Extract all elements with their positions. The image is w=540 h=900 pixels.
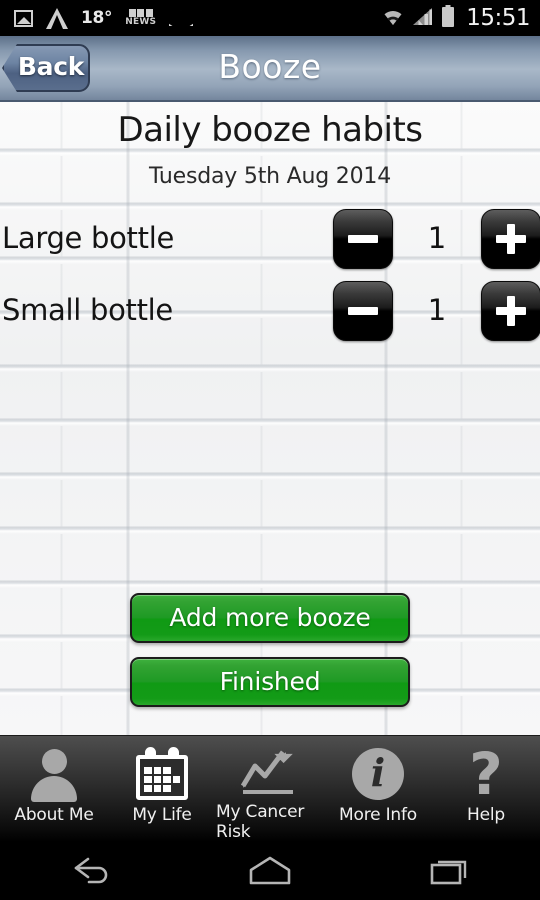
envelope-icon	[169, 10, 194, 26]
calendar-icon	[135, 744, 189, 804]
bbc-blocks	[128, 8, 153, 17]
clock: 15:51	[466, 5, 530, 31]
table-row: Large bottle 1	[0, 209, 540, 269]
table-row: Small bottle 1	[0, 281, 540, 341]
cellular-signal-icon	[412, 7, 434, 30]
tab-label-about-me: About Me	[14, 805, 94, 825]
question-mark-icon: ?	[469, 740, 503, 808]
tab-more-info[interactable]: i More Info	[324, 736, 432, 842]
info-circle-icon: i	[352, 744, 404, 804]
photo-icon	[14, 9, 33, 27]
decrement-large-bottle-button[interactable]	[333, 209, 393, 269]
finished-button[interactable]: Finished	[130, 657, 410, 707]
section-heading: Daily booze habits	[117, 110, 423, 150]
decrement-small-bottle-button[interactable]	[333, 281, 393, 341]
triangle-app-icon	[46, 7, 68, 29]
add-more-booze-button[interactable]: Add more booze	[130, 593, 410, 643]
home-nav-icon[interactable]	[210, 842, 330, 900]
increment-small-bottle-button[interactable]	[481, 281, 540, 341]
plus-icon-vertical	[507, 224, 515, 254]
android-nav-bar	[0, 842, 540, 900]
app-title-bar: Booze Back	[0, 36, 540, 102]
bbc-news-label: NEWS	[125, 17, 157, 28]
content-area: Daily booze habits Tuesday 5th Aug 2014 …	[0, 102, 540, 735]
tab-about-me[interactable]: About Me	[0, 736, 108, 842]
row-label-small-bottle: Small bottle	[2, 293, 173, 327]
value-small-bottle: 1	[427, 293, 447, 327]
temperature-indicator: 18°	[81, 8, 113, 28]
value-large-bottle: 1	[427, 221, 447, 255]
tab-label-help: Help	[467, 805, 505, 825]
trend-chart-icon	[240, 744, 299, 801]
tab-label-my-cancer-risk: My Cancer Risk	[216, 802, 305, 842]
status-bar-left-icons: 18° NEWS	[14, 7, 381, 29]
recent-apps-nav-icon[interactable]	[390, 842, 510, 900]
back-button[interactable]: Back	[2, 44, 90, 92]
status-bar-right-icons: 15:51	[381, 5, 530, 31]
tab-help[interactable]: ? Help	[432, 736, 540, 842]
plus-icon-vertical	[507, 296, 515, 326]
tab-label-my-life: My Life	[132, 805, 192, 825]
battery-icon	[441, 5, 455, 31]
row-label-large-bottle: Large bottle	[2, 221, 175, 255]
tab-my-cancer-risk[interactable]: My Cancer Risk	[216, 736, 324, 842]
minus-icon	[348, 235, 378, 243]
status-bar: 18° NEWS 15:51	[0, 0, 540, 36]
bottom-tab-bar: About Me My Life My Cancer Risk i More I…	[0, 735, 540, 842]
tab-my-life[interactable]: My Life	[108, 736, 216, 842]
back-button-label: Back	[17, 52, 85, 81]
bbc-news-icon: NEWS	[125, 8, 157, 28]
back-nav-icon[interactable]	[30, 842, 150, 900]
person-icon	[28, 744, 80, 804]
minus-icon	[348, 307, 378, 315]
wifi-icon	[381, 7, 405, 30]
increment-large-bottle-button[interactable]	[481, 209, 540, 269]
date-label: Tuesday 5th Aug 2014	[149, 164, 391, 189]
phone-screen: 18° NEWS 15:51 Booze Back Daily booze ha…	[0, 0, 540, 900]
tab-label-more-info: More Info	[339, 805, 417, 825]
